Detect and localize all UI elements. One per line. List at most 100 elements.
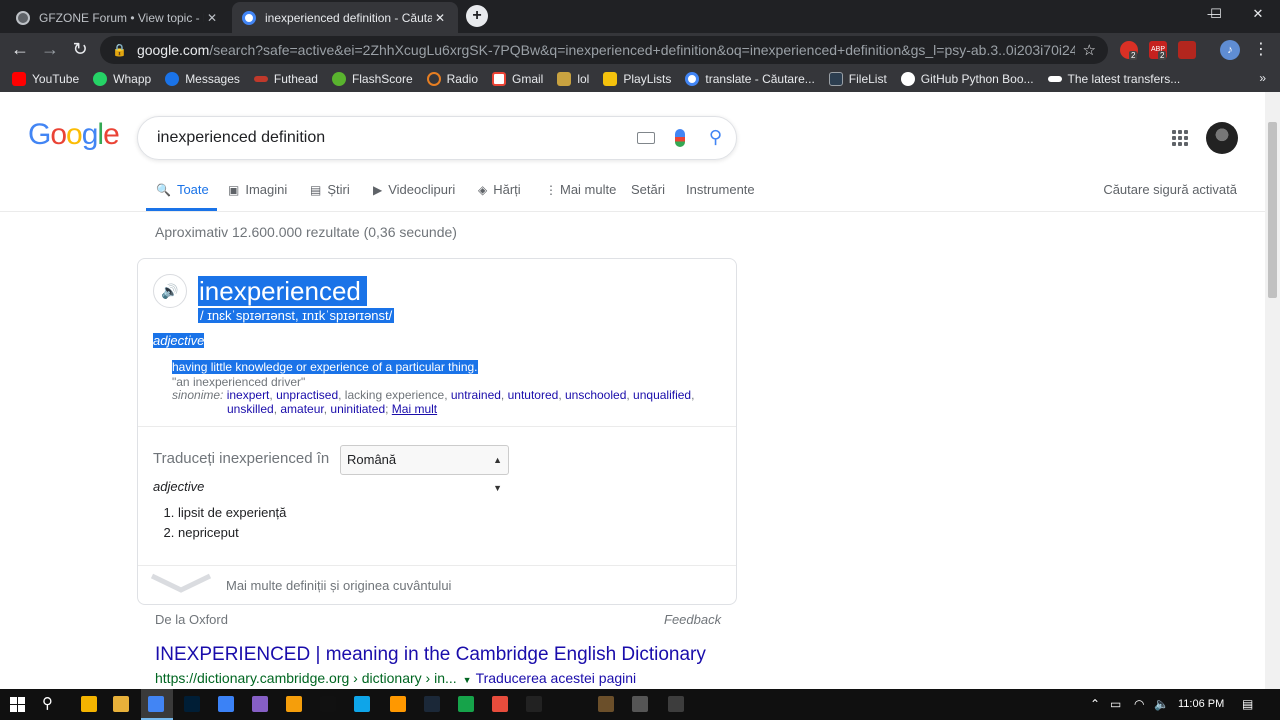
tab-videos[interactable]: ▶ Videoclipuri: [373, 182, 455, 197]
bookmark-messages[interactable]: Messages: [165, 72, 240, 86]
taskbar-clock[interactable]: 11:06 PM: [1178, 698, 1224, 710]
scrollbar-thumb[interactable]: [1268, 122, 1277, 298]
battery-icon[interactable]: ▭: [1110, 697, 1121, 711]
news-icon: ▤: [310, 182, 322, 197]
windows-start-icon[interactable]: [10, 697, 25, 712]
back-arrow-icon[interactable]: ←: [8, 38, 32, 62]
intellij-app-icon[interactable]: [320, 696, 336, 712]
synonym-link[interactable]: unschooled: [565, 388, 626, 402]
app-blue-app-icon[interactable]: [354, 696, 370, 712]
app-brown-app-icon[interactable]: [598, 696, 614, 712]
bookmark-youtube[interactable]: YouTube: [12, 72, 79, 86]
bookmark-star-icon[interactable]: ☆: [1083, 41, 1096, 59]
synonym-link[interactable]: unpractised: [276, 388, 338, 402]
tab-images[interactable]: ▣ Imagini: [228, 182, 287, 197]
video-icon: ▶: [373, 182, 383, 197]
synonym-link[interactable]: unskilled: [227, 402, 274, 416]
tab-label: Hărți: [493, 182, 521, 197]
browser-toolbar: ← → ↻ 🔒 google.com /search?safe=active&e…: [0, 33, 1280, 66]
tab-label: Videoclipuri: [388, 182, 456, 197]
taskbar-search-icon[interactable]: ⚲: [42, 694, 53, 712]
tab-label: Mai multe: [560, 182, 617, 197]
volume-icon[interactable]: 🔈: [1154, 697, 1169, 711]
tray-chevron-up-icon[interactable]: ⌃: [1090, 697, 1100, 711]
search-input[interactable]: inexperienced definition ⚲: [137, 116, 737, 160]
tab-tools[interactable]: Instrumente: [686, 182, 755, 197]
result-title-link[interactable]: INEXPERIENCED | meaning in the Cambridge…: [155, 644, 706, 666]
close-tab-icon[interactable]: ✕: [204, 11, 220, 25]
folder-app-icon[interactable]: [113, 696, 129, 712]
search-icon[interactable]: ⚲: [709, 127, 722, 148]
maximize-button[interactable]: ☐: [1194, 0, 1238, 30]
reload-icon[interactable]: ↻: [68, 38, 92, 62]
chevron-down-icon[interactable]: [150, 572, 212, 594]
translate-page-link[interactable]: Traducerea acestei pagini: [476, 670, 637, 686]
bookmark-flashscore[interactable]: FlashScore: [331, 72, 413, 86]
bookmark-gmail[interactable]: Gmail: [492, 72, 543, 86]
app-green-app-icon[interactable]: [458, 696, 474, 712]
chrome-app-icon[interactable]: [148, 696, 164, 712]
synonym-link[interactable]: unqualified: [633, 388, 691, 402]
messages-icon: [165, 72, 180, 86]
bookmarks-overflow-button[interactable]: »: [1259, 71, 1266, 85]
bookmark-lol[interactable]: lol: [557, 72, 589, 86]
tab-more[interactable]: ⋮ Mai multe: [545, 182, 616, 197]
browser-menu-icon[interactable]: ⋮: [1253, 40, 1269, 60]
bookmark-whapp[interactable]: Whapp: [93, 72, 151, 86]
close-window-button[interactable]: ✕: [1236, 0, 1280, 30]
steam-app-icon[interactable]: [424, 696, 440, 712]
bookmark-futhead[interactable]: Futhead: [253, 72, 318, 86]
keyboard-icon[interactable]: [636, 131, 655, 144]
pdf-extension-icon[interactable]: [1178, 41, 1196, 59]
app-orange-app-icon[interactable]: [286, 696, 302, 712]
feedback-link[interactable]: Feedback: [664, 612, 721, 627]
synonym-link[interactable]: untrained: [451, 388, 501, 402]
browser-tab-gfzone[interactable]: GFZONE Forum • View topic - Re ✕: [6, 2, 230, 33]
more-synonyms-link[interactable]: Mai mult: [392, 402, 437, 416]
tab-maps[interactable]: ◈ Hărți: [478, 182, 521, 197]
bookmark-translate[interactable]: translate - Căutare...: [685, 72, 815, 86]
microphone-icon[interactable]: [674, 128, 685, 147]
photoshop-app-icon[interactable]: [184, 696, 200, 712]
google-logo[interactable]: Google: [28, 118, 120, 152]
bookmark-filelist[interactable]: FileList: [828, 72, 887, 86]
speaker-icon[interactable]: 🔊: [153, 274, 187, 308]
more-definitions-link[interactable]: Mai multe definiții și originea cuvântul…: [226, 578, 451, 593]
address-bar[interactable]: 🔒 google.com /search?safe=active&ei=2Zhh…: [100, 36, 1108, 64]
wifi-icon[interactable]: ◠: [1134, 697, 1144, 711]
synonym-link[interactable]: uninitiated: [330, 402, 385, 416]
profile-icon[interactable]: ♪: [1220, 40, 1240, 60]
page-scrollbar[interactable]: [1265, 92, 1280, 689]
visual-studio-app-icon[interactable]: [252, 696, 268, 712]
terminal-app-icon[interactable]: [526, 696, 542, 712]
synonym-link[interactable]: inexpert: [227, 388, 270, 402]
office-app-icon[interactable]: [492, 696, 508, 712]
language-select[interactable]: Română ▲ ▼: [340, 445, 509, 493]
tab-settings[interactable]: Setări: [631, 182, 665, 197]
result-stats: Aproximativ 12.600.000 rezultate (0,36 s…: [155, 224, 457, 240]
app-gray-app-icon[interactable]: [632, 696, 648, 712]
new-tab-button[interactable]: +: [466, 5, 488, 27]
sublime-app-icon[interactable]: [390, 696, 406, 712]
extension-badge: 2: [1158, 51, 1167, 60]
files-app-icon[interactable]: [81, 696, 97, 712]
close-tab-icon[interactable]: ✕: [432, 11, 448, 25]
synonym-link[interactable]: amateur: [280, 402, 323, 416]
bookmark-transfers[interactable]: The latest transfers...: [1047, 72, 1180, 86]
bookmark-radio[interactable]: Radio: [426, 72, 478, 86]
bookmark-playlists[interactable]: PlayLists: [603, 72, 671, 86]
filelist-icon: [828, 72, 843, 86]
app-dark-app-icon[interactable]: [668, 696, 684, 712]
avatar[interactable]: [1206, 122, 1238, 154]
notifications-icon[interactable]: ▤: [1242, 697, 1253, 711]
google-apps-icon[interactable]: [1172, 130, 1188, 146]
dropdown-triangle-icon[interactable]: ▼: [463, 675, 472, 685]
forward-arrow-icon[interactable]: →: [38, 38, 62, 62]
safe-search-status[interactable]: Căutare sigură activată: [1103, 182, 1237, 197]
globe-app-icon[interactable]: [218, 696, 234, 712]
synonym-link[interactable]: untutored: [508, 388, 559, 402]
tab-news[interactable]: ▤ Știri: [310, 182, 350, 197]
tab-all[interactable]: 🔍 Toate: [156, 182, 209, 197]
bookmark-github[interactable]: GitHub Python Boo...: [900, 72, 1034, 86]
browser-tab-google[interactable]: inexperienced definition - Căutar ✕: [232, 2, 458, 33]
